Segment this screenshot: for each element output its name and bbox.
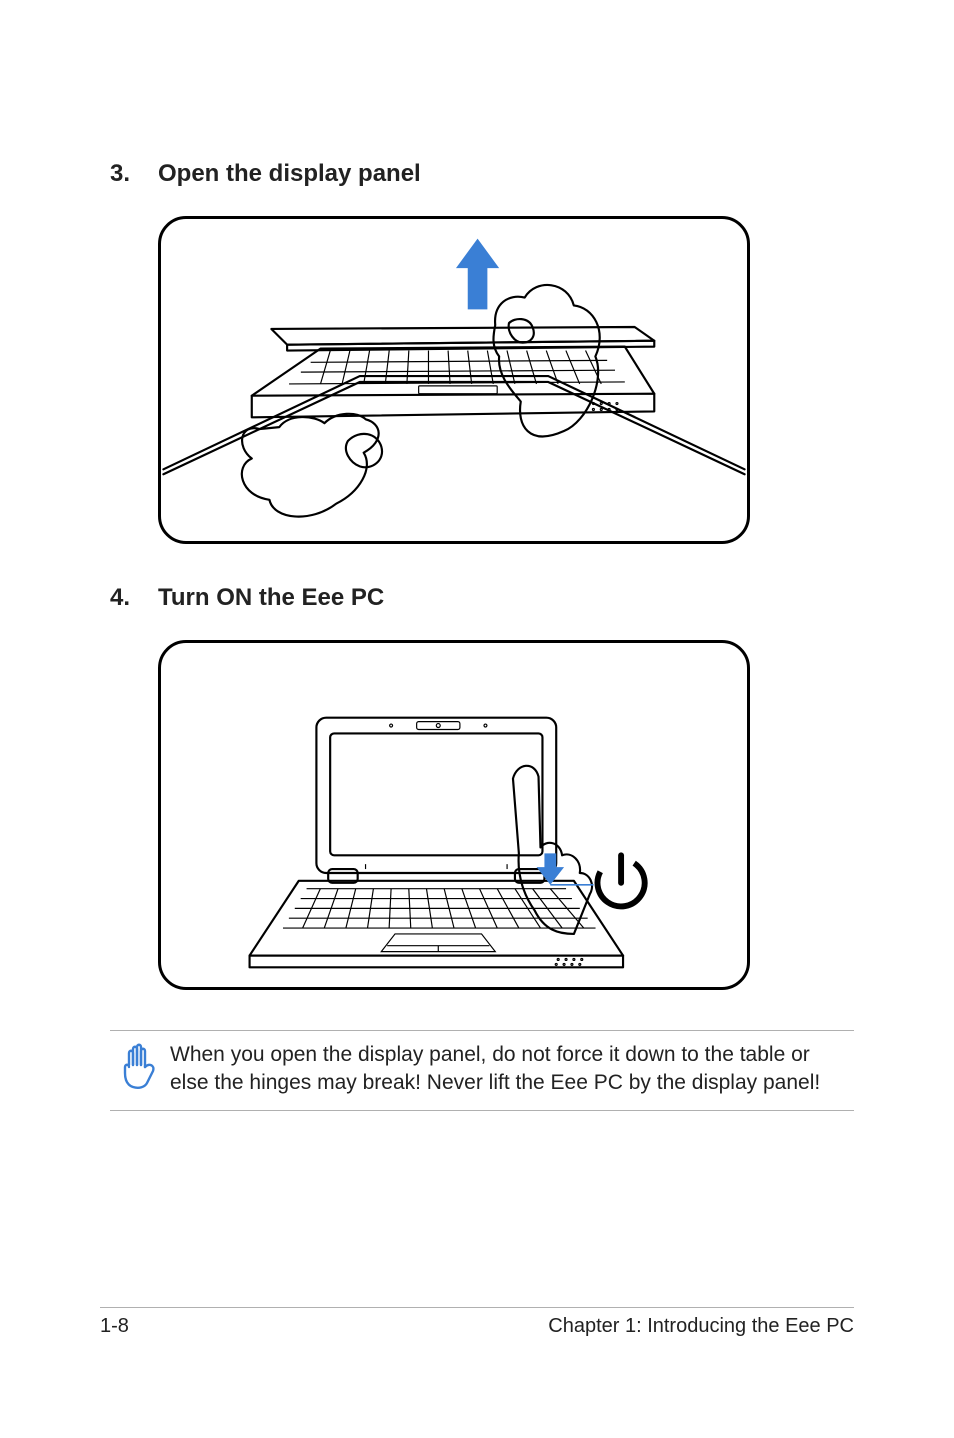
chapter-label: Chapter 1: Introducing the Eee PC [548,1315,854,1338]
arrow-up-icon [456,239,499,310]
step-number: 4. [110,584,158,612]
power-icon [588,850,654,916]
step-title: Open the display panel [158,160,421,188]
step-heading-3: 3. Open the display panel [110,160,854,188]
hand-stop-icon [119,1043,161,1091]
page-footer: 1-8 Chapter 1: Introducing the Eee PC [100,1315,854,1338]
caution-note: When you open the display panel, do not … [110,1030,854,1111]
figure-open-display [158,216,750,544]
step-heading-4: 4. Turn ON the Eee PC [110,584,854,612]
figure-power-on [158,640,750,990]
page-number: 1-8 [100,1315,129,1338]
step-number: 3. [110,160,158,188]
caution-text: When you open the display panel, do not … [170,1041,854,1098]
step-title: Turn ON the Eee PC [158,584,384,612]
footer-rule [100,1307,854,1308]
manual-page: 3. Open the display panel [0,0,954,1438]
